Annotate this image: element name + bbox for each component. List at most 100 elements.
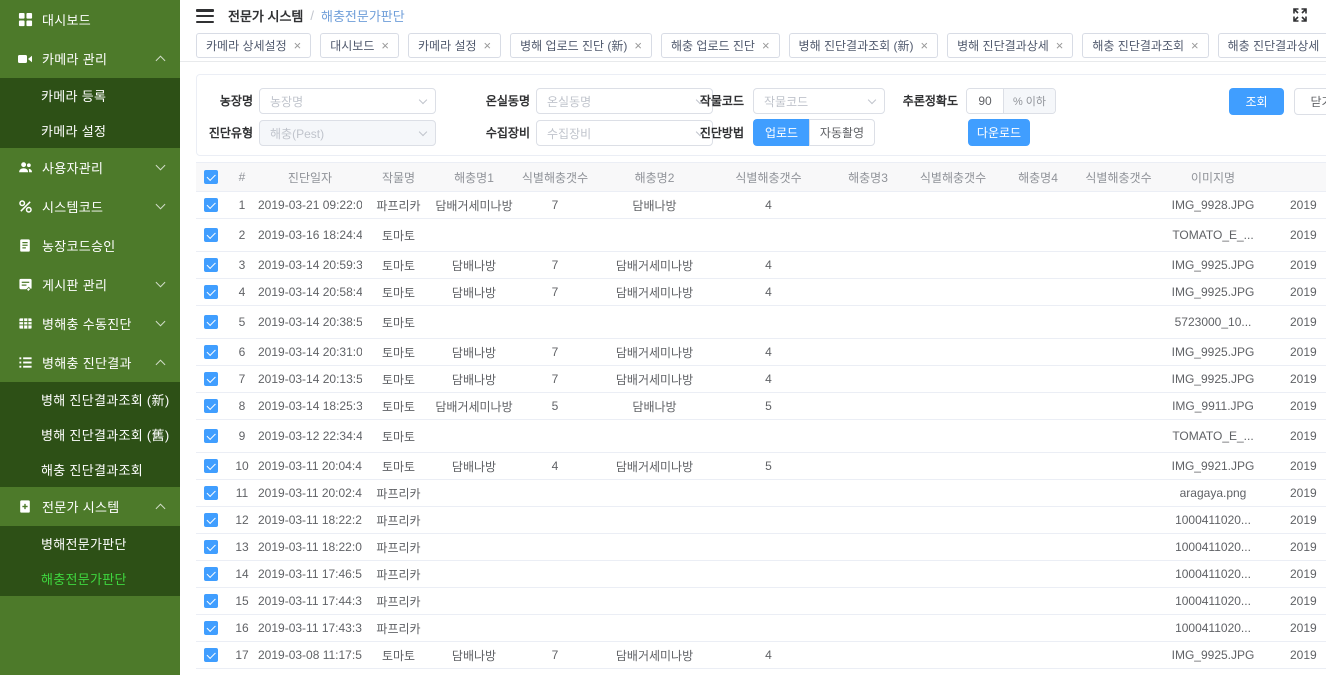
row-checkbox[interactable] <box>204 594 218 608</box>
sidebar-item-7[interactable]: 병해충 수동진단 <box>0 304 180 343</box>
row-checkbox[interactable] <box>204 513 218 527</box>
row-checkbox[interactable] <box>204 540 218 554</box>
sidebar-subitem-8-1[interactable]: 병해 진단결과조회 (新) <box>0 382 180 417</box>
farm-select[interactable]: 농장명 <box>259 88 436 114</box>
download-button[interactable]: 다운로드 <box>968 119 1030 146</box>
accuracy-input-group: % 이하 <box>966 88 1056 114</box>
cell-no: 2 <box>226 228 258 242</box>
cell-crop: 파프리카 <box>362 539 435 556</box>
sidebar-item-label: 대시보드 <box>42 10 91 29</box>
cell-extra: 2019 <box>1270 567 1326 581</box>
tab-label: 병해 업로드 진단 (新) <box>520 37 627 54</box>
sidebar-subitem-2-2[interactable]: 카메라 설정 <box>0 113 180 148</box>
row-checkbox[interactable] <box>204 621 218 635</box>
tab-label: 카메라 설정 <box>418 37 477 54</box>
tab-close-icon[interactable]: × <box>1191 39 1199 52</box>
sidebar-item-2[interactable]: 카메라 관리 <box>0 39 180 78</box>
sidebar-subitem-9-1[interactable]: 병해전문가판단 <box>0 526 180 561</box>
sidebar-subitem-label: 카메라 설정 <box>41 121 106 140</box>
tab-1[interactable]: ●카메라 상세설정× <box>196 33 311 58</box>
tab-7[interactable]: ●병해 진단결과상세× <box>947 33 1073 58</box>
cell-date: 2019-03-11 18:22:20 <box>258 513 362 527</box>
row-checkbox[interactable] <box>204 429 218 443</box>
sidebar-item-8[interactable]: 병해충 진단결과 <box>0 343 180 382</box>
row-checkbox[interactable] <box>204 372 218 386</box>
cell-crop: 토마토 <box>362 398 435 415</box>
row-checkbox[interactable] <box>204 228 218 242</box>
breadcrumb-separator: / <box>310 8 314 23</box>
table-row-11: 112019-03-11 20:02:41파프리카aragaya.png2019 <box>196 480 1326 507</box>
tab-3[interactable]: ●카메라 설정× <box>408 33 501 58</box>
cell-pest1: 담배나방 <box>435 257 513 274</box>
cell-count2: 4 <box>712 372 825 386</box>
close-button[interactable]: 닫기 <box>1294 88 1326 115</box>
sidebar-item-6[interactable]: 게시판 관리 <box>0 265 180 304</box>
diagnosis-result-icon <box>17 355 33 371</box>
tab-2[interactable]: ●대시보드× <box>320 33 399 58</box>
cell-crop: 파프리카 <box>362 485 435 502</box>
hamburger-menu-icon[interactable] <box>196 9 214 23</box>
cell-extra: 2019 <box>1270 258 1326 272</box>
tab-6[interactable]: ●병해 진단결과조회 (新)× <box>789 33 939 58</box>
diagnosis-type-select[interactable]: 해충(Pest) <box>259 120 436 146</box>
sidebar-item-5[interactable]: 농장코드승인 <box>0 226 180 265</box>
sidebar-subitem-8-3[interactable]: 해충 진단결과조회 <box>0 452 180 487</box>
sidebar-item-label: 병해충 수동진단 <box>42 314 132 333</box>
method-option-2[interactable]: 자동촬영 <box>809 119 875 146</box>
method-option-1[interactable]: 업로드 <box>753 119 809 146</box>
cell-no: 9 <box>226 429 258 443</box>
dashboard-icon <box>17 12 33 28</box>
tab-close-icon[interactable]: × <box>484 39 492 52</box>
cell-crop: 토마토 <box>362 647 435 664</box>
cell-date: 2019-03-11 20:02:41 <box>258 486 362 500</box>
cell-no: 7 <box>226 372 258 386</box>
cell-extra: 2019 <box>1270 540 1326 554</box>
search-button[interactable]: 조회 <box>1229 88 1284 115</box>
row-checkbox[interactable] <box>204 345 218 359</box>
cell-pest1: 담배거세미나방 <box>435 197 513 214</box>
sidebar-item-9[interactable]: 전문가 시스템 <box>0 487 180 526</box>
tab-close-icon[interactable]: × <box>634 39 642 52</box>
tab-close-icon[interactable]: × <box>294 39 302 52</box>
accuracy-input[interactable] <box>967 89 1003 113</box>
crop-code-select[interactable]: 작물코드 <box>753 88 885 114</box>
cell-extra: 2019 <box>1270 315 1326 329</box>
tab-8[interactable]: ●해충 진단결과조회× <box>1082 33 1208 58</box>
row-checkbox[interactable] <box>204 648 218 662</box>
cell-no: 15 <box>226 594 258 608</box>
cell-date: 2019-03-14 20:59:38 <box>258 258 362 272</box>
cell-pest2: 담배거세미나방 <box>597 344 712 361</box>
select-all-checkbox[interactable] <box>204 170 218 184</box>
sidebar-item-1[interactable]: 대시보드 <box>0 0 180 39</box>
breadcrumb-current: 해충전문가판단 <box>321 6 405 25</box>
sidebar-item-3[interactable]: 사용자관리 <box>0 148 180 187</box>
tab-9[interactable]: ●해충 진단결과상세× <box>1218 33 1326 58</box>
fullscreen-icon[interactable] <box>1292 7 1308 23</box>
tab-close-icon[interactable]: × <box>921 39 929 52</box>
row-checkbox-cell <box>196 567 226 581</box>
row-checkbox[interactable] <box>204 486 218 500</box>
tab-4[interactable]: ●병해 업로드 진단 (新)× <box>510 33 652 58</box>
cell-extra: 2019 <box>1270 594 1326 608</box>
sidebar-subitem-9-2[interactable]: 해충전문가판단 <box>0 561 180 596</box>
tab-close-icon[interactable]: × <box>762 39 770 52</box>
row-checkbox-cell <box>196 258 226 272</box>
row-checkbox[interactable] <box>204 285 218 299</box>
row-checkbox[interactable] <box>204 258 218 272</box>
greenhouse-label: 온실동명 <box>470 88 530 114</box>
cell-pest1: 담배나방 <box>435 458 513 475</box>
tab-close-icon[interactable]: × <box>1056 39 1064 52</box>
row-checkbox[interactable] <box>204 399 218 413</box>
breadcrumb-root: 전문가 시스템 <box>228 6 303 25</box>
row-checkbox[interactable] <box>204 459 218 473</box>
tab-5[interactable]: ●해충 업로드 진단× <box>661 33 780 58</box>
row-checkbox[interactable] <box>204 315 218 329</box>
sidebar-subitem-8-2[interactable]: 병해 진단결과조회 (舊) <box>0 417 180 452</box>
board-icon <box>17 277 33 293</box>
sidebar-subitem-2-1[interactable]: 카메라 등록 <box>0 78 180 113</box>
row-checkbox[interactable] <box>204 567 218 581</box>
sidebar-item-4[interactable]: 시스템코드 <box>0 187 180 226</box>
cell-image: 5723000_10... <box>1156 315 1270 329</box>
row-checkbox[interactable] <box>204 198 218 212</box>
tab-close-icon[interactable]: × <box>381 39 389 52</box>
